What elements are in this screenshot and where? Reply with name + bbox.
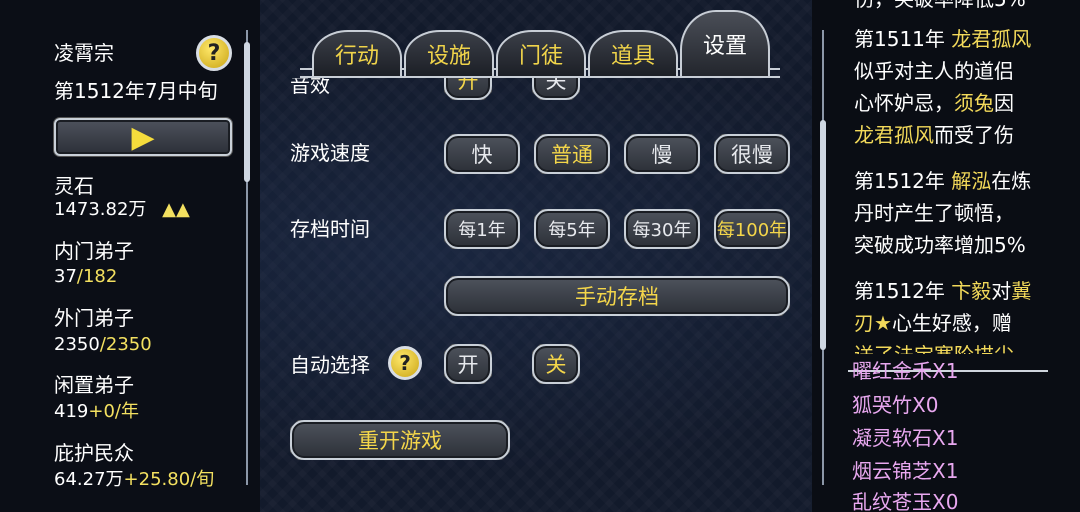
speed-normal-button[interactable]: 普通 <box>534 134 610 174</box>
auto-select-on-button[interactable]: 开 <box>444 344 492 384</box>
sect-name: 凌霄宗 <box>54 41 114 65</box>
spirit-stone-label: 灵石 <box>54 174 94 198</box>
save-1y-button[interactable]: 每1年 <box>444 209 520 249</box>
trend-up-icon: ▲▲ <box>162 199 190 220</box>
tab-action[interactable]: 行动 <box>312 30 402 76</box>
log-line: 对 <box>991 279 1012 303</box>
settings-panel: 音效 开 关 游戏速度 快 普通 慢 很慢 存档时间 每1年 每5年 每30年 … <box>270 78 810 512</box>
tab-items[interactable]: 道具 <box>588 30 678 76</box>
item-entry: 凝灵软石X1 <box>852 426 959 450</box>
outer-disciples-max: /2350 <box>99 334 152 355</box>
speed-slow-button[interactable]: 慢 <box>624 134 700 174</box>
log-line: 心怀妒忌， <box>854 91 954 115</box>
auto-select-off-button[interactable]: 关 <box>532 344 580 384</box>
log-line: 突破成功率增加5% <box>854 233 1026 257</box>
protected-people-count: 64.27万 <box>54 469 124 490</box>
log-year: 第1512年 <box>854 279 945 303</box>
outer-disciples-count: 2350 <box>54 334 100 355</box>
log-year: 第1512年 <box>854 169 945 193</box>
log-line: 心生好感，赠 <box>891 311 1012 335</box>
speed-label: 游戏速度 <box>290 141 370 165</box>
item-entry: 狐哭竹X0 <box>852 393 939 417</box>
restart-game-button[interactable]: 重开游戏 <box>290 420 510 460</box>
help-icon[interactable]: ? <box>196 35 232 71</box>
sound-on-button[interactable]: 开 <box>444 78 492 100</box>
manual-save-button[interactable]: 手动存档 <box>444 276 790 316</box>
inner-disciples-label: 内门弟子 <box>54 239 134 263</box>
speed-very-slow-button[interactable]: 很慢 <box>714 134 790 174</box>
advance-time-button[interactable]: ▶ <box>54 118 232 156</box>
log-person: 须兔 <box>954 91 994 115</box>
log-year: 第1511年 <box>854 27 945 51</box>
sound-off-button[interactable]: 关 <box>532 78 580 100</box>
idle-disciples-rate: +0/年 <box>88 401 139 422</box>
speed-fast-button[interactable]: 快 <box>444 134 520 174</box>
sect-status-panel: 凌霄宗 ? 第1512年7月中旬 ▶ 灵石 1473.82万 ▲▲ 内门弟子 3… <box>0 0 260 512</box>
inner-disciples-count: 37 <box>54 266 77 287</box>
spirit-stone-value: 1473.82万 <box>54 199 147 220</box>
left-scrollbar-thumb[interactable] <box>244 42 250 182</box>
item-list: 曜红金禾X1 狐哭竹X0 凝灵软石X1 烟云锦芝X1 乱纹苍玉X0 <box>848 358 1080 512</box>
tab-disciples[interactable]: 门徒 <box>496 30 586 76</box>
auto-select-label: 自动选择 <box>290 353 370 377</box>
log-line-cut: 伤，突破率降低5% <box>854 0 1026 12</box>
event-log: 伤，突破率降低5% 第1511年 龙君孤风 似乎对主人的道侣 心怀妒忌，须兔因 … <box>848 0 1080 354</box>
log-line: 似乎对主人的道侣 <box>854 59 1014 83</box>
item-entry: 曜红金禾X1 <box>852 359 959 383</box>
outer-disciples-label: 外门弟子 <box>54 306 134 330</box>
idle-disciples-label: 闲置弟子 <box>54 373 134 397</box>
protected-people-rate: +25.80/旬 <box>123 469 215 490</box>
log-person: 龙君孤风 <box>951 27 1032 51</box>
log-person: 龙君孤风 <box>854 123 934 147</box>
event-log-panel: 伤，突破率降低5% 第1511年 龙君孤风 似乎对主人的道侣 心怀妒忌，须兔因 … <box>812 0 1080 512</box>
sound-label: 音效 <box>290 78 330 97</box>
log-person: 卞毅 <box>951 279 992 303</box>
log-person: 解泓 <box>951 169 992 193</box>
log-line: 而受了伤 <box>934 123 1014 147</box>
log-line: 因 <box>994 91 1014 115</box>
tab-facility[interactable]: 设施 <box>404 30 494 76</box>
save-100y-button[interactable]: 每100年 <box>714 209 790 249</box>
autosave-label: 存档时间 <box>290 217 370 241</box>
protected-people-label: 庇护民众 <box>54 441 134 465</box>
tab-settings[interactable]: 设置 <box>680 10 770 76</box>
inner-disciples-max: /182 <box>76 266 118 287</box>
log-line: 丹时产生了顿悟， <box>854 201 1014 225</box>
idle-disciples-count: 419 <box>54 401 89 422</box>
item-entry: 烟云锦芝X1 <box>852 459 959 483</box>
log-line: 在炼 <box>991 169 1032 193</box>
log-line-cut: 送了法宝寒阶描尘 <box>854 342 1014 354</box>
save-30y-button[interactable]: 每30年 <box>624 209 700 249</box>
play-icon: ▶ <box>131 119 155 155</box>
save-5y-button[interactable]: 每5年 <box>534 209 610 249</box>
log-person: 刃★ <box>854 311 892 335</box>
game-date: 第1512年7月中旬 <box>54 79 218 103</box>
auto-select-help-icon[interactable]: ? <box>388 346 422 380</box>
log-person: 冀 <box>1011 279 1032 303</box>
right-scrollbar-thumb[interactable] <box>820 120 826 350</box>
item-entry: 乱纹苍玉X0 <box>852 490 959 512</box>
